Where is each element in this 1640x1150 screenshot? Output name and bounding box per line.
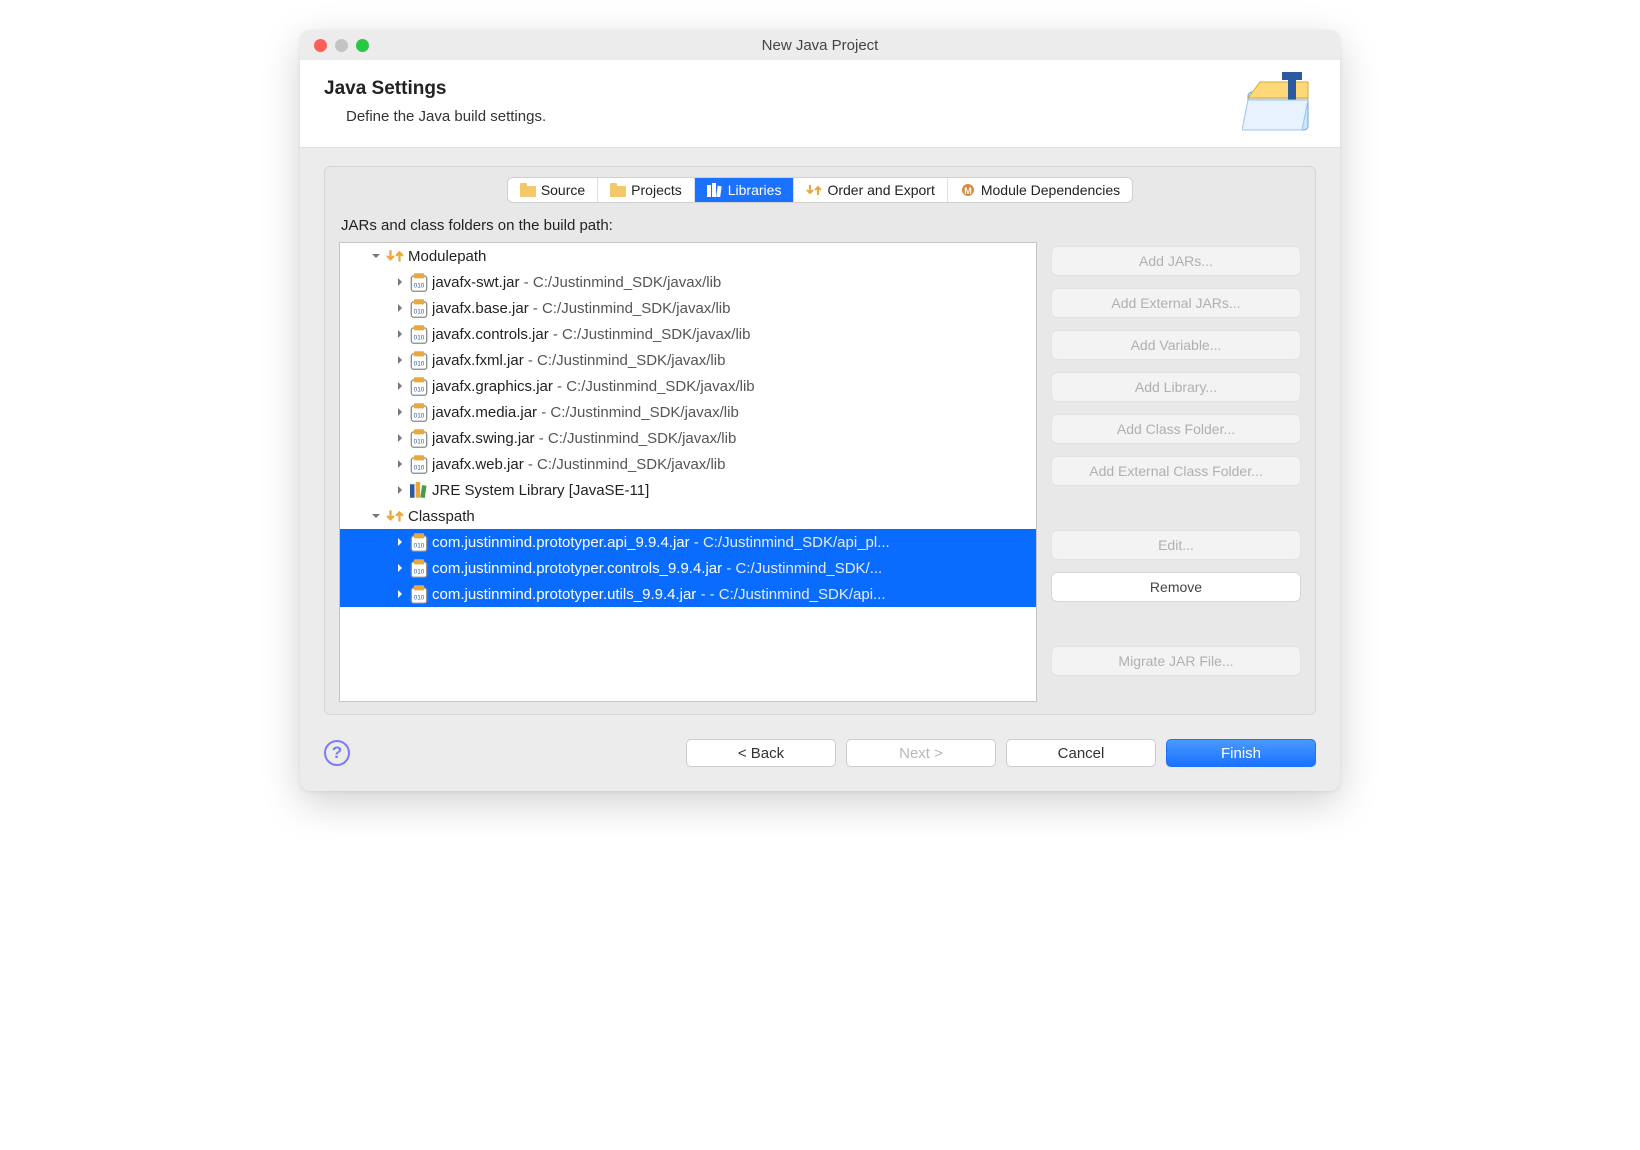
add-class-folder-button[interactable]: Add Class Folder... xyxy=(1051,414,1301,444)
finish-button[interactable]: Finish xyxy=(1166,739,1316,767)
svg-text:010: 010 xyxy=(414,542,425,549)
tree-item-jar[interactable]: 010 javafx.web.jar - C:/Justinmind_SDK/j… xyxy=(340,451,1036,477)
svg-text:010: 010 xyxy=(414,438,425,445)
chevron-right-icon[interactable] xyxy=(394,406,406,418)
wizard-footer: ? < Back Next > Cancel Finish xyxy=(300,719,1340,791)
build-path-tree[interactable]: Modulepath 010 javafx-swt.jar - C:/Justi… xyxy=(339,242,1037,702)
side-button-column: Add JARs... Add External JARs... Add Var… xyxy=(1051,242,1301,702)
svg-text:010: 010 xyxy=(414,412,425,419)
tab-libraries[interactable]: Libraries xyxy=(695,178,795,202)
inner-panel: Source Projects Libraries xyxy=(324,166,1316,715)
jar-icon: 010 xyxy=(410,274,428,290)
svg-text:010: 010 xyxy=(414,386,425,393)
classpath-icon xyxy=(386,508,404,524)
chevron-down-icon[interactable] xyxy=(370,250,382,262)
tab-module-dependencies[interactable]: M Module Dependencies xyxy=(948,178,1132,202)
help-icon[interactable]: ? xyxy=(324,740,350,766)
page-subtitle: Define the Java build settings. xyxy=(346,108,546,125)
add-external-jars-button[interactable]: Add External JARs... xyxy=(1051,288,1301,318)
tree-item-jar[interactable]: 010 com.justinmind.prototyper.controls_9… xyxy=(340,555,1036,581)
jar-icon: 010 xyxy=(410,456,428,472)
chevron-right-icon[interactable] xyxy=(394,484,406,496)
add-library-button[interactable]: Add Library... xyxy=(1051,372,1301,402)
tab-source[interactable]: Source xyxy=(508,178,598,202)
chevron-right-icon[interactable] xyxy=(394,588,406,600)
next-button[interactable]: Next > xyxy=(846,739,996,767)
add-external-class-folder-button[interactable]: Add External Class Folder... xyxy=(1051,456,1301,486)
svg-text:010: 010 xyxy=(414,464,425,471)
tab-order-export[interactable]: Order and Export xyxy=(794,178,947,202)
tree-item-jar[interactable]: 010 javafx.media.jar - C:/Justinmind_SDK… xyxy=(340,399,1036,425)
svg-text:M: M xyxy=(964,186,972,196)
jar-icon: 010 xyxy=(410,534,428,550)
svg-text:010: 010 xyxy=(414,282,425,289)
tab-bar: Source Projects Libraries xyxy=(325,167,1315,203)
edit-button[interactable]: Edit... xyxy=(1051,530,1301,560)
modulepath-icon xyxy=(386,248,404,264)
libraries-label: JARs and class folders on the build path… xyxy=(325,203,1315,242)
svg-text:010: 010 xyxy=(414,360,425,367)
chevron-right-icon[interactable] xyxy=(394,302,406,314)
jar-icon: 010 xyxy=(410,378,428,394)
chevron-right-icon[interactable] xyxy=(394,536,406,548)
cancel-button[interactable]: Cancel xyxy=(1006,739,1156,767)
chevron-down-icon[interactable] xyxy=(370,510,382,522)
svg-text:010: 010 xyxy=(414,308,425,315)
chevron-right-icon[interactable] xyxy=(394,328,406,340)
wizard-folder-icon xyxy=(1242,70,1320,140)
chevron-right-icon[interactable] xyxy=(394,458,406,470)
tree-item-jar[interactable]: 010 com.justinmind.prototyper.api_9.9.4.… xyxy=(340,529,1036,555)
module-icon: M xyxy=(960,183,976,197)
wizard-header: Java Settings Define the Java build sett… xyxy=(300,60,1340,148)
tree-item-jar[interactable]: 010 javafx.base.jar - C:/Justinmind_SDK/… xyxy=(340,295,1036,321)
tree-item-jar[interactable]: 010 javafx.swing.jar - C:/Justinmind_SDK… xyxy=(340,425,1036,451)
tree-item-jar[interactable]: 010 javafx.controls.jar - C:/Justinmind_… xyxy=(340,321,1036,347)
chevron-right-icon[interactable] xyxy=(394,276,406,288)
svg-text:010: 010 xyxy=(414,334,425,341)
titlebar: New Java Project xyxy=(300,30,1340,60)
svg-text:010: 010 xyxy=(414,594,425,601)
jar-icon: 010 xyxy=(410,586,428,602)
back-button[interactable]: < Back xyxy=(686,739,836,767)
tree-group-modulepath[interactable]: Modulepath xyxy=(340,243,1036,269)
projects-folder-icon xyxy=(610,183,626,197)
migrate-jar-button[interactable]: Migrate JAR File... xyxy=(1051,646,1301,676)
tree-item-jre[interactable]: JRE System Library [JavaSE-11] xyxy=(340,477,1036,503)
order-export-icon xyxy=(806,183,822,197)
tree-item-jar[interactable]: 010 javafx.fxml.jar - C:/Justinmind_SDK/… xyxy=(340,347,1036,373)
chevron-right-icon[interactable] xyxy=(394,354,406,366)
tab-projects[interactable]: Projects xyxy=(598,178,695,202)
library-books-icon xyxy=(410,482,428,498)
tree-item-jar[interactable]: 010 javafx.graphics.jar - C:/Justinmind_… xyxy=(340,373,1036,399)
add-variable-button[interactable]: Add Variable... xyxy=(1051,330,1301,360)
content-area: Source Projects Libraries xyxy=(300,148,1340,719)
svg-text:010: 010 xyxy=(414,568,425,575)
jar-icon: 010 xyxy=(410,404,428,420)
jar-icon: 010 xyxy=(410,300,428,316)
source-folder-icon xyxy=(520,183,536,197)
jar-icon: 010 xyxy=(410,326,428,342)
tree-group-classpath[interactable]: Classpath xyxy=(340,503,1036,529)
page-title: Java Settings xyxy=(324,78,546,100)
window-title: New Java Project xyxy=(300,37,1340,54)
add-jars-button[interactable]: Add JARs... xyxy=(1051,246,1301,276)
chevron-right-icon[interactable] xyxy=(394,432,406,444)
remove-button[interactable]: Remove xyxy=(1051,572,1301,602)
jar-icon: 010 xyxy=(410,352,428,368)
tree-item-jar[interactable]: 010 com.justinmind.prototyper.utils_9.9.… xyxy=(340,581,1036,607)
jar-icon: 010 xyxy=(410,430,428,446)
chevron-right-icon[interactable] xyxy=(394,380,406,392)
chevron-right-icon[interactable] xyxy=(394,562,406,574)
dialog-window: New Java Project Java Settings Define th… xyxy=(300,30,1340,791)
tree-item-jar[interactable]: 010 javafx-swt.jar - C:/Justinmind_SDK/j… xyxy=(340,269,1036,295)
libraries-icon xyxy=(707,183,723,197)
jar-icon: 010 xyxy=(410,560,428,576)
